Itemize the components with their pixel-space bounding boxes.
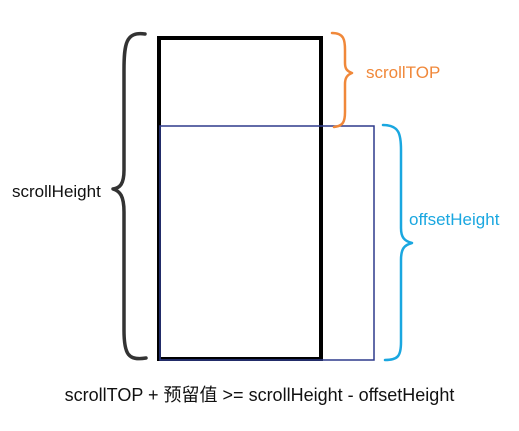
formula-text: scrollTOP + 预留值 >= scrollHeight - offset… xyxy=(64,385,455,405)
offset-height-brace xyxy=(381,123,414,362)
scroll-height-brace xyxy=(111,31,148,361)
scroll-height-label: scrollHeight xyxy=(12,182,101,201)
scroll-top-label: scrollTOP xyxy=(366,63,441,82)
content-box xyxy=(157,36,323,361)
diagram-stage: scrollHeight scrollTOP offsetHeight scro… xyxy=(0,0,519,431)
scroll-top-brace xyxy=(330,31,354,129)
offset-height-label: offsetHeight xyxy=(409,210,500,229)
viewport-box xyxy=(159,125,375,361)
